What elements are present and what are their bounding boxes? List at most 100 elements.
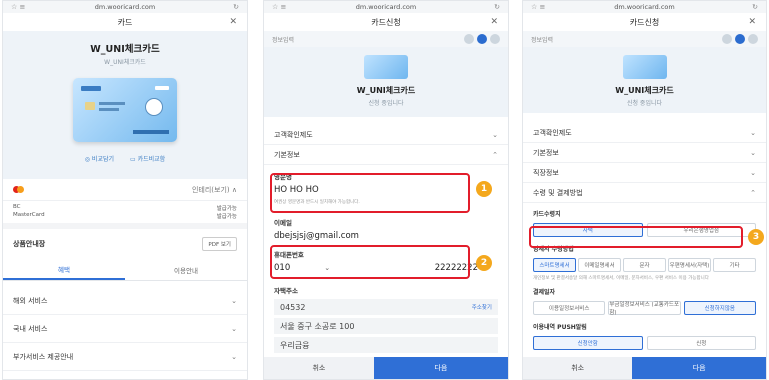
card-summary: W_UNI체크카드 신청 중입니다: [523, 47, 766, 113]
address-line1-input[interactable]: 서울 중구 소공로 100: [274, 318, 498, 334]
step-dot: [722, 34, 732, 44]
tab-usage[interactable]: 이용안내: [125, 259, 247, 280]
push-on-option[interactable]: 신청: [646, 335, 756, 350]
chevron-down-icon: ⌄: [231, 324, 237, 333]
payment-label: 결제일자: [533, 288, 556, 296]
chevron-down-icon: ⌄: [231, 296, 237, 305]
compare-box-link[interactable]: ▭ 카드비교함: [130, 154, 165, 163]
card-summary: W_UNI체크카드 신청 중입니다: [264, 47, 508, 117]
statement-option[interactable]: 스마트명세서: [533, 258, 576, 272]
action-bar: 취소 다음: [523, 357, 766, 379]
card-brand-logo: [13, 186, 24, 193]
cancel-button[interactable]: 취소: [523, 357, 633, 379]
zip-input[interactable]: 04532 주소찾기: [274, 299, 498, 315]
email-field: 이메일 dbejsjsj@gmail.com: [264, 211, 508, 243]
section-customer-check[interactable]: 고객확인제도 ⌄: [523, 123, 766, 143]
product-info-row: 상품안내장 PDF 보기: [3, 229, 247, 259]
section-basic-info[interactable]: 기본정보 ⌃: [264, 145, 508, 165]
card-subtitle: 신청 중입니다: [626, 100, 663, 107]
tab-bar: 혜택 이용안내: [3, 259, 247, 281]
payment-option[interactable]: 이용일정보서비스: [533, 300, 606, 315]
page-title: 카드신청: [371, 17, 401, 27]
receive-location-label: 카드수령지: [533, 211, 561, 218]
chevron-down-icon: ⌄: [492, 130, 498, 139]
step-label: 정보입력: [272, 36, 295, 44]
brand-item: BC 발급가능: [13, 204, 237, 212]
menu-item-domestic[interactable]: 국내 서비스 ⌄: [3, 315, 247, 343]
close-icon[interactable]: ✕: [748, 17, 756, 27]
section-receive-payment[interactable]: 수령 및 결제방법 ⌃: [523, 183, 766, 203]
chevron-down-icon: ⌄: [750, 148, 756, 157]
statement-option[interactable]: 우편명세서(자택): [668, 258, 711, 272]
browser-menu-icon[interactable]: ☆ ≡: [531, 3, 545, 11]
step-badge-3: 3: [748, 229, 764, 245]
tab-benefit[interactable]: 혜택: [3, 259, 125, 280]
pdf-view-button[interactable]: PDF 보기: [202, 237, 237, 251]
address-line2-input[interactable]: 우리금융: [274, 337, 498, 353]
card-thumbnail: [364, 55, 408, 79]
card-subtitle: W_UNI체크카드: [104, 59, 146, 66]
next-button[interactable]: 다음: [632, 357, 766, 379]
zip-search-button[interactable]: 주소찾기: [472, 303, 492, 311]
push-label: 이용내역 PUSH알림: [533, 323, 587, 331]
chevron-down-icon: ⌄: [231, 352, 237, 361]
step-indicator: 정보입력: [523, 31, 766, 47]
highlight-box-1: [270, 173, 470, 213]
chevron-up-icon: ⌃: [492, 150, 498, 159]
statement-option[interactable]: 이메일명세서: [578, 258, 621, 272]
step-badge-1: 1: [476, 181, 492, 197]
step-indicator: 정보입력: [264, 31, 508, 47]
payment-options: 이용일정보서비스 부금일정보서비스 (교통카드포함) 신청하지않음: [533, 300, 756, 316]
statement-option[interactable]: 기타: [713, 258, 756, 272]
brand-list: BC 발급가능 MasterCard 발급가능: [3, 201, 247, 223]
close-icon[interactable]: ✕: [490, 17, 498, 27]
brand-item: MasterCard 발급가능: [13, 212, 237, 220]
address-field: 자택주소 04532 주소찾기 서울 중구 소공로 100 우리금융: [264, 279, 508, 353]
card-name: W_UNI체크카드: [90, 44, 160, 55]
compare-add-link[interactable]: ◎ 비교담기: [85, 154, 114, 163]
close-icon[interactable]: ✕: [229, 17, 237, 27]
browser-url-bar[interactable]: ☆ ≡ dm.wooricard.com ↻: [3, 1, 247, 13]
browser-menu-icon[interactable]: ☆ ≡: [272, 3, 286, 11]
next-button[interactable]: 다음: [373, 357, 508, 379]
brand-row[interactable]: 인테리(보기) ∧: [3, 179, 247, 201]
product-info-label: 상품안내장: [13, 240, 46, 248]
payment-option[interactable]: 신청하지않음: [683, 300, 756, 315]
brand-toggle[interactable]: 인테리(보기) ∧: [192, 185, 237, 195]
page-title: 카드신청: [629, 17, 660, 27]
chevron-down-icon: ⌄: [750, 128, 756, 137]
reload-icon[interactable]: ↻: [494, 3, 500, 11]
menu-item-extra[interactable]: 부가서비스 제공안내 ⌄: [3, 343, 247, 371]
section-basic-info[interactable]: 기본정보 ⌄: [523, 143, 766, 163]
card-name: W_UNI체크카드: [615, 86, 674, 95]
push-off-option[interactable]: 신청안함: [533, 335, 643, 350]
step-label: 정보입력: [531, 36, 554, 44]
payment-option[interactable]: 부금일정보서비스 (교통카드포함): [608, 300, 681, 316]
reload-icon[interactable]: ↻: [233, 3, 239, 11]
section-customer-check[interactable]: 고객확인제도 ⌄: [264, 125, 508, 145]
card-detail-screen: ☆ ≡ dm.wooricard.com ↻ 카드 ✕ W_UNI체크카드 W_…: [2, 0, 248, 380]
step-badge-2: 2: [476, 255, 492, 271]
statement-options: 스마트명세서 이메일명세서 문자 우편명세서(자택) 기타: [533, 258, 756, 272]
action-bar: 취소 다음: [264, 357, 508, 379]
card-image: [73, 78, 177, 142]
card-hero: W_UNI체크카드 W_UNI체크카드 ◎ 비교담기 ▭ 카드비교함: [3, 31, 247, 179]
cancel-button[interactable]: 취소: [264, 357, 374, 379]
reload-icon[interactable]: ↻: [752, 3, 758, 11]
step-dot-active: [477, 34, 487, 44]
chevron-down-icon: ⌄: [750, 168, 756, 177]
browser-url-bar[interactable]: ☆ ≡ dm.wooricard.com ↻: [264, 1, 508, 13]
browser-menu-icon[interactable]: ☆ ≡: [11, 3, 25, 11]
page-title: 카드: [117, 17, 133, 27]
section-job-info[interactable]: 직장정보 ⌄: [523, 163, 766, 183]
highlight-box-2: [270, 245, 470, 279]
browser-url-bar[interactable]: ☆ ≡ dm.wooricard.com ↻: [523, 1, 766, 13]
statement-option[interactable]: 문자: [623, 258, 666, 272]
card-application-screen: ☆ ≡ dm.wooricard.com ↻ 카드신청 ✕ 정보입력 W_UNI…: [263, 0, 509, 380]
step-dot: [490, 34, 500, 44]
card-subtitle: 신청 중입니다: [368, 100, 404, 107]
step-dot-active: [735, 34, 745, 44]
address-label: 자택주소: [274, 287, 298, 295]
page-header: 카드 ✕: [3, 13, 247, 31]
menu-item-overseas[interactable]: 해외 서비스 ⌄: [3, 287, 247, 315]
